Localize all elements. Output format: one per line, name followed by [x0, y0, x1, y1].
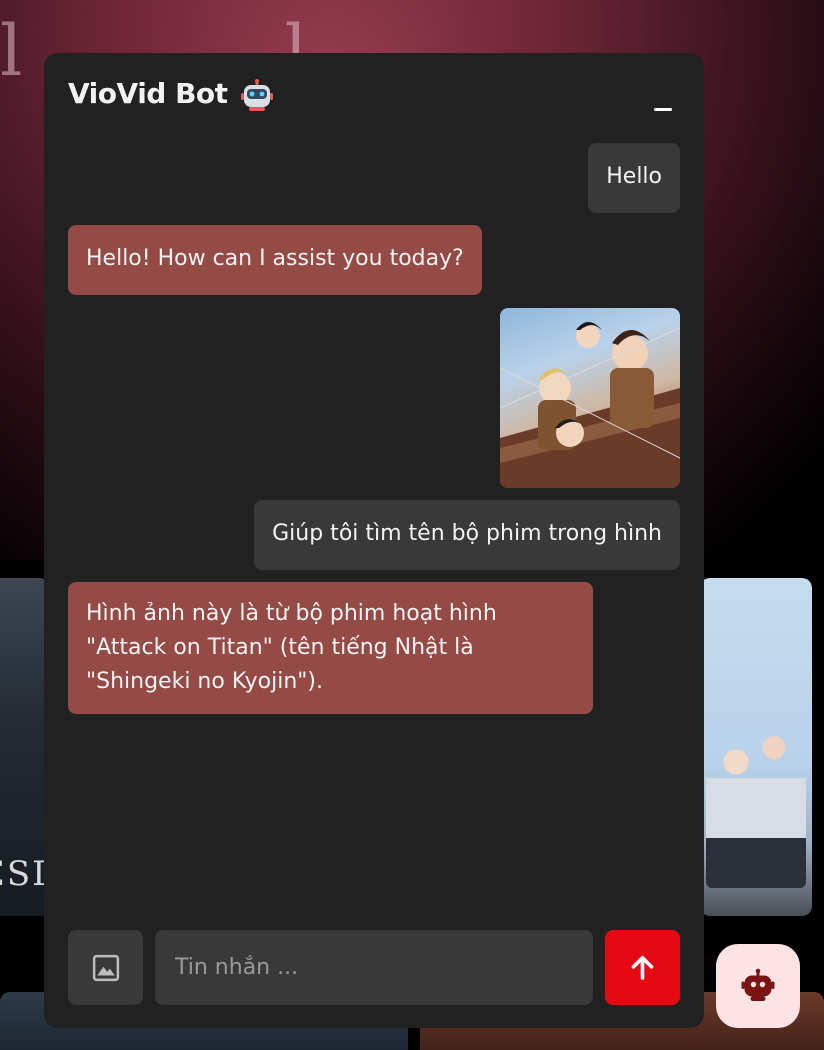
minimize-button[interactable] [646, 91, 680, 117]
chat-title: VioVid Bot [68, 77, 228, 110]
message-input[interactable] [155, 930, 593, 1005]
send-button[interactable] [605, 930, 680, 1005]
movie-poster-card[interactable] [700, 578, 812, 916]
image-icon [92, 954, 120, 982]
user-image-attachment[interactable] [500, 308, 680, 488]
user-message: Giúp tôi tìm tên bộ phim trong hình [254, 500, 680, 570]
image-upload-button[interactable] [68, 930, 143, 1005]
arrow-up-icon [631, 956, 654, 980]
robot-icon [741, 968, 775, 1001]
chat-header: VioVid Bot [68, 77, 680, 117]
movie-poster-card[interactable]: ESDA [0, 578, 50, 916]
anime-image-thumbnail [500, 322, 680, 488]
chatbot-toggle-button[interactable] [716, 944, 800, 1028]
bot-message: Hình ảnh này là từ bộ phim hoạt hình "At… [68, 582, 593, 714]
robot-icon [241, 79, 273, 111]
chatbot-window: VioVid Bot Hello Hello! How can I assist… [44, 53, 704, 1028]
poster-title: ESDA [0, 854, 50, 894]
user-message: Hello [588, 143, 680, 213]
poster-artwork [706, 708, 806, 888]
bot-message: Hello! How can I assist you today? [68, 225, 482, 295]
